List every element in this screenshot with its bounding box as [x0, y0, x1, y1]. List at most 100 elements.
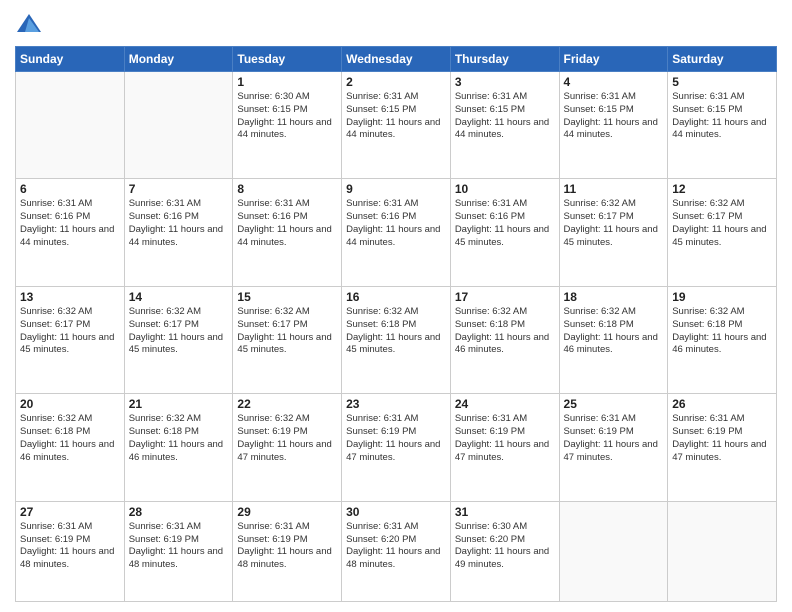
day-number: 10 [455, 182, 555, 196]
day-number: 19 [672, 290, 772, 304]
table-row: 9 Sunrise: 6:31 AM Sunset: 6:16 PM Daylig… [342, 179, 451, 286]
col-header-monday: Monday [124, 47, 233, 72]
day-info: Sunrise: 6:32 AM Sunset: 6:18 PM Dayligh… [672, 306, 772, 357]
day-number: 16 [346, 290, 446, 304]
table-row: 5 Sunrise: 6:31 AM Sunset: 6:15 PM Daylig… [668, 72, 777, 179]
table-row [16, 72, 125, 179]
day-number: 30 [346, 505, 446, 519]
table-row: 22 Sunrise: 6:32 AM Sunset: 6:19 PM Dayli… [233, 394, 342, 501]
day-number: 14 [129, 290, 229, 304]
day-info: Sunrise: 6:31 AM Sunset: 6:19 PM Dayligh… [346, 413, 446, 464]
day-info: Sunrise: 6:32 AM Sunset: 6:17 PM Dayligh… [564, 198, 664, 249]
day-number: 25 [564, 397, 664, 411]
day-info: Sunrise: 6:31 AM Sunset: 6:16 PM Dayligh… [237, 198, 337, 249]
table-row: 23 Sunrise: 6:31 AM Sunset: 6:19 PM Dayli… [342, 394, 451, 501]
table-row: 29 Sunrise: 6:31 AM Sunset: 6:19 PM Dayli… [233, 501, 342, 601]
day-info: Sunrise: 6:32 AM Sunset: 6:18 PM Dayligh… [129, 413, 229, 464]
day-info: Sunrise: 6:31 AM Sunset: 6:15 PM Dayligh… [672, 91, 772, 142]
table-row: 10 Sunrise: 6:31 AM Sunset: 6:16 PM Dayli… [450, 179, 559, 286]
col-header-tuesday: Tuesday [233, 47, 342, 72]
table-row: 26Sunrise: 6:31 AM Sunset: 6:19 PM Dayli… [668, 394, 777, 501]
table-row: 2 Sunrise: 6:31 AM Sunset: 6:15 PM Daylig… [342, 72, 451, 179]
table-row: 19 Sunrise: 6:32 AM Sunset: 6:18 PM Dayli… [668, 286, 777, 393]
calendar-week-2: 6Sunrise: 6:31 AM Sunset: 6:16 PM Daylig… [16, 179, 777, 286]
day-number: 26 [672, 397, 772, 411]
header [15, 10, 777, 38]
col-header-saturday: Saturday [668, 47, 777, 72]
day-number: 8 [237, 182, 337, 196]
day-info: Sunrise: 6:31 AM Sunset: 6:15 PM Dayligh… [564, 91, 664, 142]
day-info: Sunrise: 6:30 AM Sunset: 6:20 PM Dayligh… [455, 521, 555, 572]
day-number: 2 [346, 75, 446, 89]
col-header-friday: Friday [559, 47, 668, 72]
day-number: 28 [129, 505, 229, 519]
logo [15, 10, 47, 38]
day-number: 24 [455, 397, 555, 411]
table-row: 13 Sunrise: 6:32 AM Sunset: 6:17 PM Dayli… [16, 286, 125, 393]
table-row: 3 Sunrise: 6:31 AM Sunset: 6:15 PM Daylig… [450, 72, 559, 179]
table-row: 8 Sunrise: 6:31 AM Sunset: 6:16 PM Daylig… [233, 179, 342, 286]
day-info: Sunrise: 6:31 AM Sunset: 6:16 PM Dayligh… [455, 198, 555, 249]
col-header-sunday: Sunday [16, 47, 125, 72]
table-row: 6Sunrise: 6:31 AM Sunset: 6:16 PM Daylig… [16, 179, 125, 286]
day-number: 3 [455, 75, 555, 89]
col-header-thursday: Thursday [450, 47, 559, 72]
day-number: 18 [564, 290, 664, 304]
table-row: 17Sunrise: 6:32 AM Sunset: 6:18 PM Dayli… [450, 286, 559, 393]
day-number: 21 [129, 397, 229, 411]
table-row: 31 Sunrise: 6:30 AM Sunset: 6:20 PM Dayli… [450, 501, 559, 601]
day-info: Sunrise: 6:31 AM Sunset: 6:20 PM Dayligh… [346, 521, 446, 572]
day-number: 4 [564, 75, 664, 89]
table-row: 15 Sunrise: 6:32 AM Sunset: 6:17 PM Dayli… [233, 286, 342, 393]
col-header-wednesday: Wednesday [342, 47, 451, 72]
table-row: 28 Sunrise: 6:31 AM Sunset: 6:19 PM Dayli… [124, 501, 233, 601]
calendar-table: SundayMondayTuesdayWednesdayThursdayFrid… [15, 46, 777, 602]
table-row [124, 72, 233, 179]
calendar-week-1: 1 Sunrise: 6:30 AM Sunset: 6:15 PM Daylig… [16, 72, 777, 179]
day-number: 20 [20, 397, 120, 411]
day-info: Sunrise: 6:31 AM Sunset: 6:16 PM Dayligh… [20, 198, 120, 249]
day-number: 29 [237, 505, 337, 519]
table-row: 25Sunrise: 6:31 AM Sunset: 6:19 PM Dayli… [559, 394, 668, 501]
day-info: Sunrise: 6:32 AM Sunset: 6:18 PM Dayligh… [20, 413, 120, 464]
day-number: 27 [20, 505, 120, 519]
day-info: Sunrise: 6:32 AM Sunset: 6:18 PM Dayligh… [455, 306, 555, 357]
day-info: Sunrise: 6:31 AM Sunset: 6:16 PM Dayligh… [346, 198, 446, 249]
day-number: 11 [564, 182, 664, 196]
day-info: Sunrise: 6:31 AM Sunset: 6:19 PM Dayligh… [129, 521, 229, 572]
day-info: Sunrise: 6:31 AM Sunset: 6:15 PM Dayligh… [346, 91, 446, 142]
table-row: 27Sunrise: 6:31 AM Sunset: 6:19 PM Dayli… [16, 501, 125, 601]
day-info: Sunrise: 6:32 AM Sunset: 6:17 PM Dayligh… [20, 306, 120, 357]
day-number: 9 [346, 182, 446, 196]
day-number: 15 [237, 290, 337, 304]
day-number: 31 [455, 505, 555, 519]
day-info: Sunrise: 6:31 AM Sunset: 6:19 PM Dayligh… [237, 521, 337, 572]
day-number: 22 [237, 397, 337, 411]
table-row: 12Sunrise: 6:32 AM Sunset: 6:17 PM Dayli… [668, 179, 777, 286]
day-info: Sunrise: 6:32 AM Sunset: 6:18 PM Dayligh… [346, 306, 446, 357]
calendar-week-3: 13 Sunrise: 6:32 AM Sunset: 6:17 PM Dayli… [16, 286, 777, 393]
table-row: 16 Sunrise: 6:32 AM Sunset: 6:18 PM Dayli… [342, 286, 451, 393]
table-row: 24Sunrise: 6:31 AM Sunset: 6:19 PM Dayli… [450, 394, 559, 501]
table-row [668, 501, 777, 601]
day-info: Sunrise: 6:32 AM Sunset: 6:19 PM Dayligh… [237, 413, 337, 464]
day-number: 23 [346, 397, 446, 411]
table-row: 18Sunrise: 6:32 AM Sunset: 6:18 PM Dayli… [559, 286, 668, 393]
table-row: 30 Sunrise: 6:31 AM Sunset: 6:20 PM Dayli… [342, 501, 451, 601]
day-info: Sunrise: 6:32 AM Sunset: 6:17 PM Dayligh… [672, 198, 772, 249]
calendar-header-row: SundayMondayTuesdayWednesdayThursdayFrid… [16, 47, 777, 72]
day-number: 1 [237, 75, 337, 89]
day-info: Sunrise: 6:30 AM Sunset: 6:15 PM Dayligh… [237, 91, 337, 142]
table-row: 21 Sunrise: 6:32 AM Sunset: 6:18 PM Dayli… [124, 394, 233, 501]
table-row: 1 Sunrise: 6:30 AM Sunset: 6:15 PM Daylig… [233, 72, 342, 179]
logo-icon [15, 10, 43, 38]
table-row: 7Sunrise: 6:31 AM Sunset: 6:16 PM Daylig… [124, 179, 233, 286]
table-row: 14 Sunrise: 6:32 AM Sunset: 6:17 PM Dayli… [124, 286, 233, 393]
table-row: 11 Sunrise: 6:32 AM Sunset: 6:17 PM Dayli… [559, 179, 668, 286]
day-info: Sunrise: 6:31 AM Sunset: 6:15 PM Dayligh… [455, 91, 555, 142]
day-number: 5 [672, 75, 772, 89]
day-info: Sunrise: 6:32 AM Sunset: 6:17 PM Dayligh… [237, 306, 337, 357]
day-info: Sunrise: 6:32 AM Sunset: 6:17 PM Dayligh… [129, 306, 229, 357]
day-number: 13 [20, 290, 120, 304]
day-info: Sunrise: 6:31 AM Sunset: 6:16 PM Dayligh… [129, 198, 229, 249]
